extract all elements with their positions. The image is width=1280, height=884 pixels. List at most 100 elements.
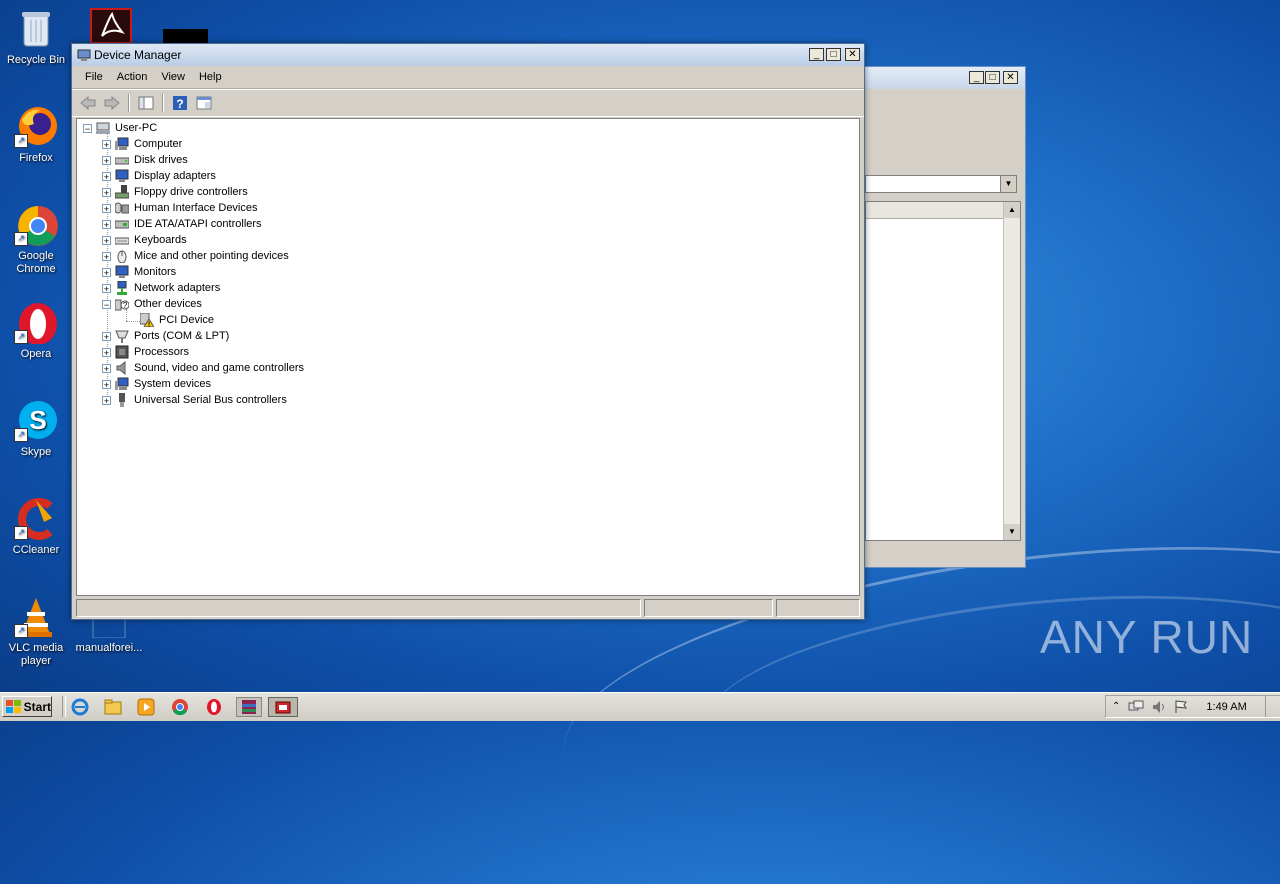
maximize-button[interactable]: □	[985, 71, 1000, 84]
tree-item-usb[interactable]: + Universal Serial Bus controllers	[102, 392, 287, 408]
help-button[interactable]: ?	[170, 93, 190, 113]
show-desktop-button[interactable]	[1265, 696, 1280, 717]
expand-icon[interactable]: +	[102, 235, 111, 245]
svg-text:?: ?	[123, 301, 128, 310]
scrollbar[interactable]: ▲ ▼	[1003, 202, 1020, 540]
help-icon: ?	[173, 96, 187, 111]
minimize-button[interactable]: _	[969, 71, 984, 84]
expand-icon[interactable]: +	[102, 139, 111, 149]
expand-icon[interactable]: +	[102, 171, 111, 181]
tree-item-display-adapters[interactable]: + Display adapters	[102, 168, 216, 184]
expand-icon[interactable]: +	[102, 187, 111, 197]
expand-icon[interactable]: +	[102, 363, 111, 373]
expand-icon[interactable]: +	[102, 155, 111, 165]
desktop-icon-recycle-bin[interactable]: Recycle Bin	[4, 6, 68, 67]
taskbar-chrome[interactable]	[170, 697, 190, 717]
taskbar-opera[interactable]	[204, 697, 224, 717]
tree-item-monitors[interactable]: + Monitors	[102, 264, 176, 280]
desktop-icon-label: Firefox	[19, 152, 53, 164]
flag-icon[interactable]	[1174, 699, 1188, 714]
tree-item-network-adapters[interactable]: + Network adapters	[102, 280, 220, 296]
chevron-up-icon[interactable]: ⌃	[1112, 701, 1120, 712]
desktop-icon-opera[interactable]: ↗ Opera	[4, 300, 68, 361]
expand-icon[interactable]: +	[102, 331, 111, 341]
chevron-down-icon[interactable]: ▼	[1000, 176, 1016, 192]
window-title: Device Manager	[94, 48, 182, 62]
taskbar-media-player[interactable]	[136, 697, 156, 717]
tree-item-processors[interactable]: + Processors	[102, 344, 189, 360]
properties-button[interactable]	[194, 93, 214, 113]
expand-icon[interactable]: +	[102, 379, 111, 389]
device-manager-window[interactable]: Device Manager _ □ ✕ File Action View He…	[71, 43, 865, 620]
expand-icon[interactable]: +	[102, 347, 111, 357]
chrome-icon	[172, 699, 188, 716]
background-window[interactable]: _ □ ✕ ▼ ▲ ▼	[864, 66, 1026, 568]
close-button[interactable]: ✕	[1003, 71, 1018, 84]
collapse-icon[interactable]: −	[102, 299, 111, 309]
svg-text:S: S	[29, 405, 46, 435]
mouse-icon	[117, 250, 127, 263]
tree-item-hid[interactable]: + Human Interface Devices	[102, 200, 258, 216]
shortcut-arrow-icon: ↗	[14, 526, 28, 540]
black-file-icon[interactable]	[163, 29, 208, 44]
column-header[interactable]	[866, 202, 1020, 219]
desktop-icon-firefox[interactable]: ↗ Firefox	[4, 104, 68, 165]
expand-icon[interactable]: +	[102, 203, 111, 213]
menu-action[interactable]: Action	[110, 71, 155, 83]
clock[interactable]: 1:49 AM	[1206, 701, 1246, 713]
taskbar-explorer[interactable]	[103, 697, 123, 717]
device-tree[interactable]: − User-PC + Computer + Disk drives + Dis…	[76, 118, 860, 596]
menu-file[interactable]: File	[78, 71, 110, 83]
shortcut-arrow-icon: ↗	[14, 134, 28, 148]
menu-view[interactable]: View	[154, 71, 192, 83]
menu-help[interactable]: Help	[192, 71, 229, 83]
tree-item-floppy-controllers[interactable]: + Floppy drive controllers	[102, 184, 248, 200]
expand-icon[interactable]: +	[102, 395, 111, 405]
expand-icon[interactable]: +	[102, 283, 111, 293]
system-device-icon	[115, 377, 129, 390]
desktop-icon-skype[interactable]: S ↗ Skype	[4, 398, 68, 459]
taskbar-winrar[interactable]	[236, 697, 262, 717]
expand-icon[interactable]: +	[102, 251, 111, 261]
ccleaner-icon: ↗	[14, 496, 58, 540]
expand-icon[interactable]: +	[102, 267, 111, 277]
forward-button[interactable]	[102, 93, 122, 113]
back-button[interactable]	[78, 93, 98, 113]
device-manager-icon	[275, 701, 291, 714]
tree-item-keyboards[interactable]: + Keyboards	[102, 232, 187, 248]
tree-item-computer[interactable]: + Computer	[102, 136, 182, 152]
network-icon[interactable]	[1128, 700, 1144, 714]
background-window-titlebar[interactable]: _ □ ✕	[865, 67, 1025, 89]
tree-item-system-devices[interactable]: + System devices	[102, 376, 211, 392]
scroll-up-icon[interactable]: ▲	[1004, 202, 1020, 218]
desktop-icon-chrome[interactable]: ↗ Google Chrome	[4, 202, 68, 276]
tree-item-pci-device[interactable]: ! PCI Device	[140, 312, 214, 328]
show-hide-tree-button[interactable]	[136, 93, 156, 113]
speaker-icon	[116, 361, 126, 375]
desktop-icon-vlc[interactable]: ↗ VLC media player	[4, 594, 68, 668]
tree-item-other-devices[interactable]: − ? Other devices	[102, 296, 202, 312]
tree-item-disk-drives[interactable]: + Disk drives	[102, 152, 188, 168]
background-dropdown[interactable]: ▼	[865, 175, 1017, 193]
taskbar-device-manager[interactable]	[268, 697, 298, 717]
usb-icon	[119, 393, 125, 407]
shortcut-arrow-icon: ↗	[14, 232, 28, 246]
expand-icon[interactable]: +	[102, 219, 111, 229]
titlebar[interactable]: Device Manager _ □ ✕	[72, 44, 864, 66]
maximize-button[interactable]: □	[826, 48, 841, 61]
tree-item-ide-controllers[interactable]: + IDE ATA/ATAPI controllers	[102, 216, 262, 232]
volume-icon[interactable]	[1152, 700, 1166, 714]
tree-item-sound[interactable]: + Sound, video and game controllers	[102, 360, 304, 376]
collapse-icon[interactable]: −	[83, 123, 92, 133]
scroll-down-icon[interactable]: ▼	[1004, 524, 1020, 540]
tree-item-ports[interactable]: + Ports (COM & LPT)	[102, 328, 229, 344]
minimize-button[interactable]: _	[809, 48, 824, 61]
tree-item-mice[interactable]: + Mice and other pointing devices	[102, 248, 289, 264]
tree-root[interactable]: − User-PC	[83, 120, 157, 136]
background-list[interactable]: ▲ ▼	[865, 201, 1021, 541]
close-button[interactable]: ✕	[845, 48, 860, 61]
taskbar-ie[interactable]	[70, 697, 90, 717]
start-button[interactable]: Start	[2, 696, 52, 717]
pdf-reader-icon[interactable]	[90, 8, 132, 44]
desktop-icon-ccleaner[interactable]: ↗ CCleaner	[4, 496, 68, 557]
